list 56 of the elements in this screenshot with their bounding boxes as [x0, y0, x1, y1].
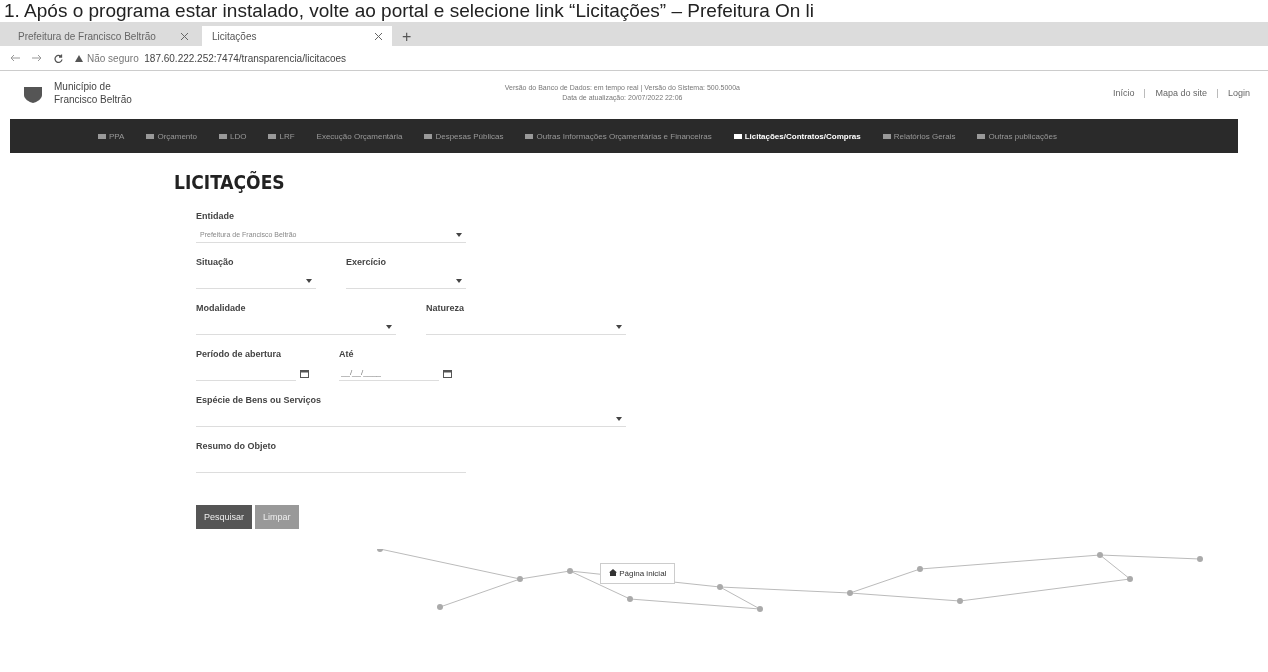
home-page-button[interactable]: Página inicial	[600, 563, 676, 584]
new-tab-button[interactable]: +	[396, 28, 418, 46]
nav-link[interactable]: Despesas Públicas	[424, 131, 504, 141]
menu-item-icon	[268, 132, 277, 140]
field-label: Modalidade	[196, 303, 247, 313]
dropdown-caret-icon	[456, 232, 462, 237]
calendar-icon[interactable]	[443, 368, 452, 378]
search-button[interactable]: Pesquisar	[196, 505, 253, 529]
field-label: Até	[339, 349, 355, 359]
field-label: Situação	[196, 257, 235, 267]
dropdown-caret-icon	[306, 278, 312, 283]
field-label: Entidade	[196, 211, 235, 221]
menu-item-icon	[977, 132, 986, 140]
browser-tab[interactable]: Prefeitura de Francisco Beltrão	[8, 26, 198, 46]
field-label: Período de abertura	[196, 349, 283, 359]
dropdown-caret-icon	[616, 324, 622, 329]
close-icon[interactable]	[375, 32, 382, 40]
close-icon[interactable]	[181, 32, 188, 40]
reload-icon[interactable]	[54, 53, 63, 63]
warning-icon	[75, 54, 83, 62]
menu-item-icon	[424, 132, 433, 140]
menu-item-icon	[733, 132, 742, 140]
address-bar[interactable]: Não seguro 187.60.222.252:7474/transparencia/licitacoes	[87, 52, 347, 64]
nav-link[interactable]: LRF	[268, 131, 295, 141]
dropdown-caret-icon	[456, 278, 462, 283]
menu-item-icon	[525, 132, 534, 140]
field-label: Exercício	[346, 257, 388, 267]
menu-item-icon	[882, 132, 891, 140]
nav-link[interactable]: Licitações/Contratos/Compras	[733, 131, 861, 141]
municipality-name: Município de Francisco Beltrão	[54, 80, 132, 106]
menu-item-icon	[146, 132, 155, 140]
nav-link[interactable]: Execução Orçamentária	[316, 131, 403, 141]
dropdown-caret-icon	[616, 416, 622, 421]
dropdown-caret-icon	[386, 324, 392, 329]
browser-tab[interactable]: Licitações	[202, 26, 392, 46]
field-label: Espécie de Bens ou Serviços	[196, 395, 323, 405]
forward-icon[interactable]	[32, 54, 42, 62]
nav-link[interactable]: Outras publicações	[977, 131, 1057, 141]
nav-link[interactable]: PPA	[98, 131, 125, 141]
field-label: Resumo do Objeto	[196, 441, 277, 451]
page-title: LICITAÇÕES	[174, 171, 286, 193]
nav-link[interactable]: LDO	[219, 131, 247, 141]
nav-link[interactable]: Outras Informações Orçamentárias e Financeiras	[525, 131, 712, 141]
back-icon[interactable]	[10, 54, 20, 62]
header-link[interactable]: Login	[1227, 88, 1250, 98]
document-caption: 1. Após o programa estar instalado, volte ao portal e selecione link “Licitações” – Prefeitura On li	[3, 0, 816, 22]
field-label: Natureza	[426, 303, 465, 313]
date-field[interactable]: __/__/____	[339, 365, 439, 381]
header-link[interactable]: Início	[1112, 88, 1135, 98]
house-icon	[609, 569, 617, 576]
menu-item-icon	[219, 132, 227, 140]
header-link[interactable]: Mapa do site	[1155, 88, 1207, 98]
nav-link[interactable]: Orçamento	[146, 131, 197, 141]
nav-link[interactable]: Relatórios Gerais	[882, 131, 956, 141]
calendar-icon[interactable]	[300, 368, 309, 378]
menu-item-icon	[98, 132, 106, 140]
